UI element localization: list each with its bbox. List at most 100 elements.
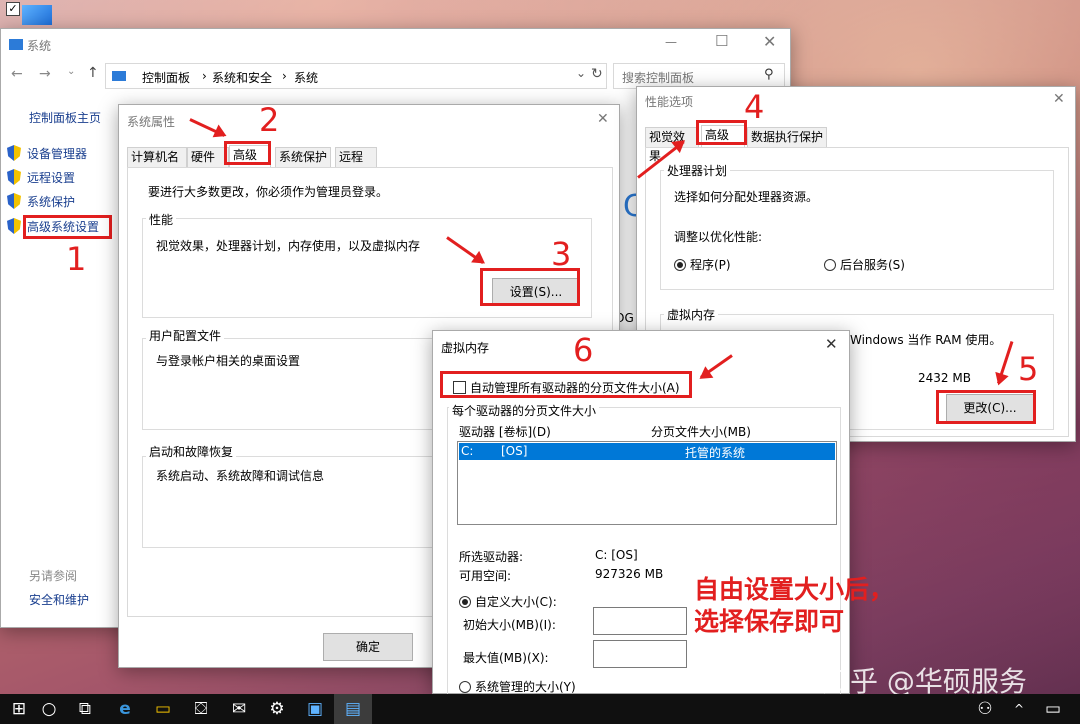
task-view-icon[interactable]: ⧉ [66, 694, 104, 724]
radio-custom-label: 自定义大小(C): [475, 595, 557, 609]
recent-icon[interactable]: ⌄ [67, 66, 75, 77]
tab-computer-name[interactable]: 计算机名 [127, 147, 187, 167]
desktop-monitor-icon[interactable] [22, 5, 52, 25]
admin-note: 要进行大多数更改，你必须作为管理员登录。 [148, 183, 388, 200]
address-crumb-3[interactable]: 系统 [294, 69, 318, 86]
radio-programs[interactable]: 程序(P) [674, 256, 731, 273]
step-number-1: 1 [66, 240, 86, 278]
radio-custom-size[interactable]: 自定义大小(C): [459, 593, 557, 610]
battery-icon[interactable]: ▭ [1034, 694, 1072, 724]
people-icon[interactable]: ⚇ [966, 694, 1004, 724]
sidebar-item-remote[interactable]: 远程设置 [7, 169, 75, 186]
refresh-icon[interactable]: ↻ [591, 66, 603, 82]
sidebar-item-label: 设备管理器 [27, 147, 87, 161]
search-placeholder: 搜索控制面板 [622, 69, 694, 86]
radio-dot [459, 681, 471, 693]
store-icon[interactable]: ⛋ [182, 694, 220, 724]
settings-icon[interactable]: ⚙ [258, 694, 296, 724]
sidebar-home[interactable]: 控制面板主页 [29, 109, 101, 126]
free-space-value: 927326 MB [595, 567, 663, 581]
address-bar[interactable]: 控制面板 › 系统和安全 › 系统 ⌄ [105, 63, 607, 89]
vm-title: 虚拟内存 [664, 306, 718, 323]
taskbar: ⊞ ○ ⧉ e ▭ ⛋ ✉ ⚙ ▣ ▤ ⚇ ^ ▭ [0, 694, 1080, 724]
vmem-close-icon[interactable]: ✕ [825, 335, 838, 353]
performance-desc: 视觉效果，处理器计划，内存使用，以及虚拟内存 [156, 237, 420, 254]
minimize-icon[interactable]: — [665, 35, 677, 49]
tab-system-protection[interactable]: 系统保护 [275, 147, 331, 167]
see-also-title: 另请参阅 [29, 567, 77, 584]
control-panel-icon[interactable]: ▣ [296, 694, 334, 724]
edge-icon[interactable]: e [106, 694, 144, 724]
address-crumb-1[interactable]: 控制面板 [142, 69, 190, 86]
file-explorer-icon[interactable]: ▭ [144, 694, 182, 724]
desktop-checkbox-icon[interactable]: ✓ [6, 2, 20, 16]
optimize-label: 调整以优化性能: [674, 228, 762, 245]
radio-background-label: 后台服务(S) [840, 258, 905, 272]
radio-dot [459, 596, 471, 608]
search-icon: ⚲ [764, 67, 774, 82]
radio-background[interactable]: 后台服务(S) [824, 256, 905, 273]
tab-hardware[interactable]: 硬件 [187, 147, 229, 167]
back-icon[interactable]: ← [11, 66, 23, 82]
tray-chevron-icon[interactable]: ^ [1000, 694, 1038, 724]
up-icon[interactable]: ↑ [87, 65, 99, 81]
drives-list[interactable]: C: [OS] 托管的系统 [457, 441, 837, 525]
startup-recovery-title: 启动和故障恢复 [146, 443, 236, 460]
note-line-1: 自由设置大小后， [694, 574, 894, 606]
see-also-security[interactable]: 安全和维护 [29, 591, 89, 608]
initial-size-label: 初始大小(MB)(I): [463, 616, 556, 633]
address-icon [112, 71, 126, 81]
drives-title: 每个驱动器的分页文件大小 [449, 402, 599, 419]
tab-dep[interactable]: 数据执行保护 [747, 127, 827, 147]
forward-icon[interactable]: → [39, 66, 51, 82]
sysprops-tabs: 计算机名 硬件 高级 系统保护 远程 [127, 147, 617, 167]
radio-dot [824, 259, 836, 271]
cortana-icon[interactable]: ○ [30, 694, 68, 724]
step-number-3: 3 [551, 235, 571, 273]
col-drive: 驱动器 [卷标](D) [459, 423, 551, 440]
sidebar-item-protection[interactable]: 系统保护 [7, 193, 75, 210]
cpu-desc: 选择如何分配处理器资源。 [674, 188, 818, 205]
highlight-auto-manage [440, 371, 692, 398]
perfopts-close-icon[interactable]: ✕ [1053, 91, 1065, 107]
initial-size-input[interactable] [593, 607, 687, 635]
max-size-label: 最大值(MB)(X): [463, 649, 549, 666]
sysprops-close-icon[interactable]: ✕ [597, 111, 609, 127]
sysprops-title: 系统属性 [127, 113, 175, 130]
crumb-sep-2: › [282, 69, 287, 83]
system-icon [9, 39, 23, 50]
highlight-advanced-tab [224, 141, 271, 165]
shield-icon [7, 218, 21, 234]
perfopts-title: 性能选项 [645, 93, 693, 110]
highlight-change-button [936, 390, 1036, 424]
address-dropdown-icon[interactable]: ⌄ [576, 66, 586, 80]
shield-icon [7, 193, 21, 209]
maximize-icon[interactable]: ☐ [715, 32, 728, 50]
radio-system-managed[interactable]: 系统管理的大小(Y) [459, 678, 576, 695]
step-number-5: 5 [1018, 350, 1038, 388]
tab-remote[interactable]: 远程 [335, 147, 377, 167]
vmem-title: 虚拟内存 [441, 339, 489, 356]
address-crumb-2[interactable]: 系统和安全 [212, 69, 272, 86]
step-number-2: 2 [259, 101, 279, 139]
radio-dot [674, 259, 686, 271]
col-size: 分页文件大小(MB) [651, 423, 751, 440]
radio-programs-label: 程序(P) [690, 258, 731, 272]
sidebar-item-label: 系统保护 [27, 195, 75, 209]
mail-icon[interactable]: ✉ [220, 694, 258, 724]
sidebar-item-device-manager[interactable]: 设备管理器 [7, 145, 87, 162]
row-size: 托管的系统 [685, 444, 745, 461]
vm-size: 2432 MB [918, 371, 971, 385]
sidebar: 控制面板主页 设备管理器 远程设置 系统保护 高级系统设置 另请参阅 安全和维护 [1, 99, 119, 619]
table-row[interactable]: C: [OS] 托管的系统 [459, 443, 835, 460]
close-icon[interactable]: ✕ [763, 32, 776, 51]
user-profile-desc: 与登录帐户相关的桌面设置 [156, 352, 300, 369]
startup-recovery-desc: 系统启动、系统故障和调试信息 [156, 467, 324, 484]
highlight-settings-button [480, 268, 580, 306]
selected-drive-label: 所选驱动器: [459, 548, 523, 565]
row-drive: C: [461, 444, 473, 458]
ok-button[interactable]: 确定 [323, 633, 413, 661]
max-size-input[interactable] [593, 640, 687, 668]
annotation-note: 自由设置大小后， 选择保存即可 [694, 574, 894, 638]
system-taskbar-icon[interactable]: ▤ [334, 694, 372, 724]
